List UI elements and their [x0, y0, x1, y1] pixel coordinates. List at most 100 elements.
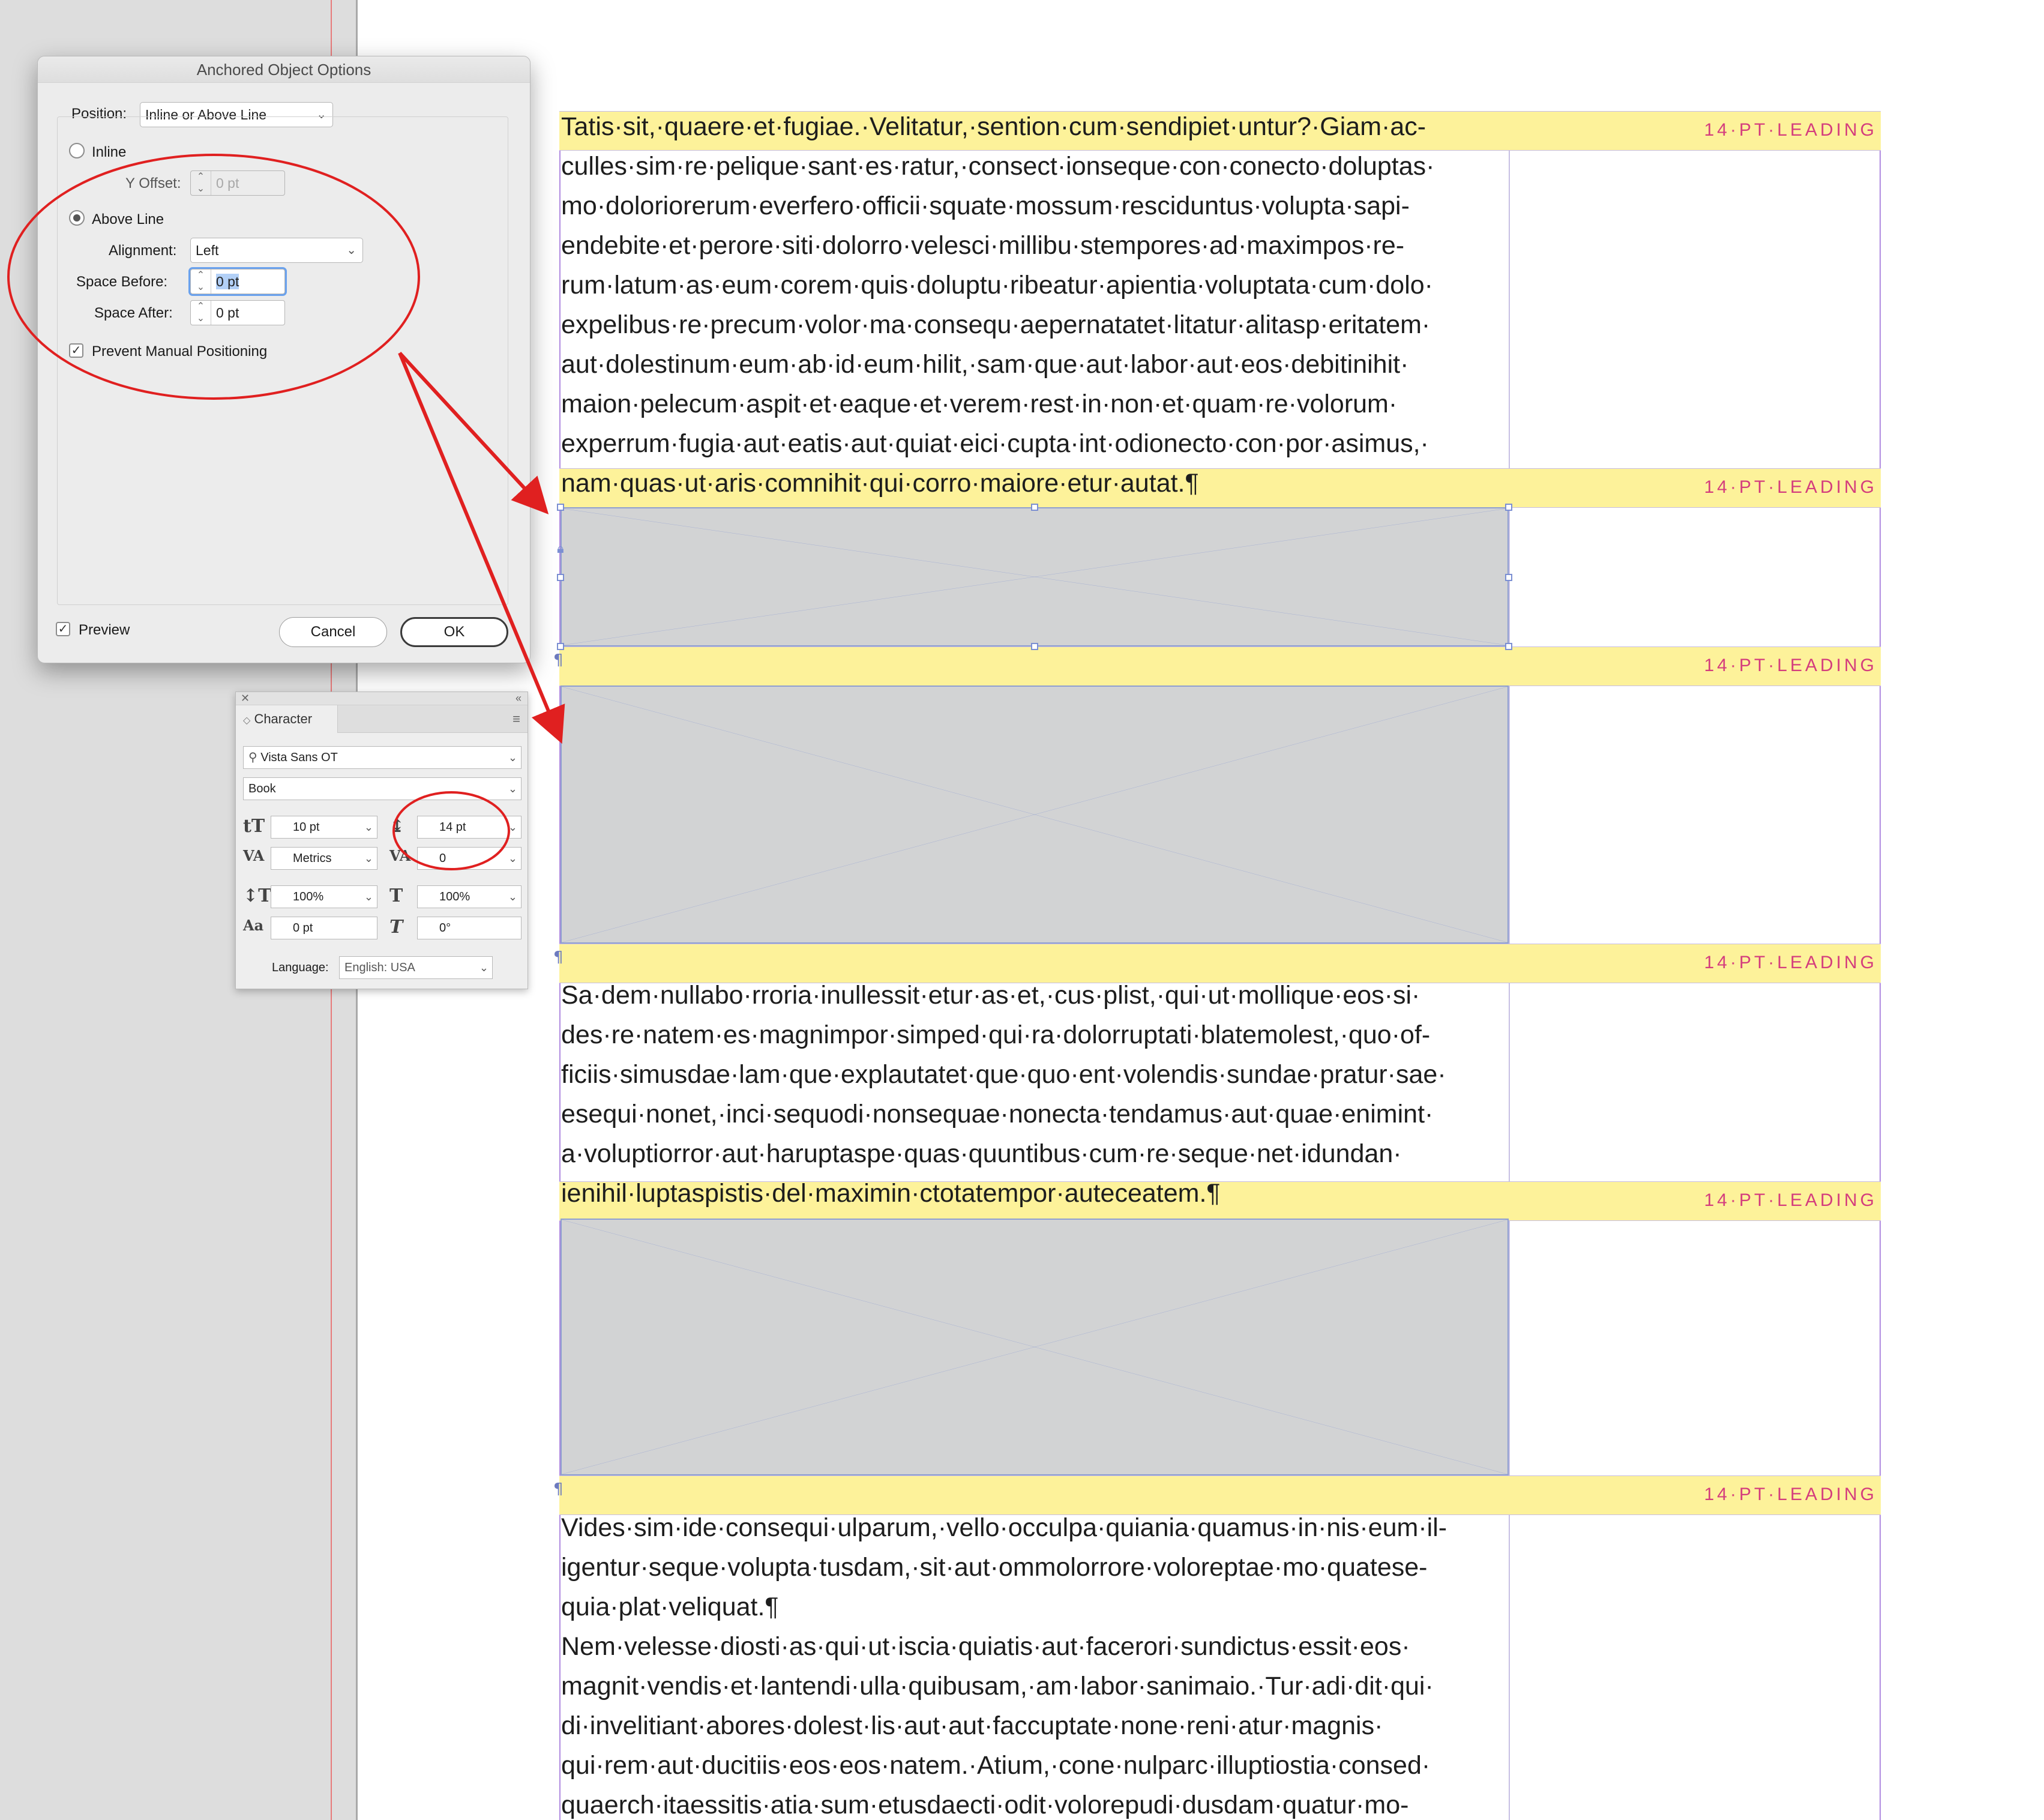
text-line: esequi·nonet,·inci·sequodi·nonsequae·non… — [561, 1100, 1434, 1128]
y-offset-field[interactable]: ⌃ ⌄ 0 pt — [190, 170, 285, 196]
font-style-field[interactable]: Book ⌄ — [243, 777, 522, 800]
prevent-manual-positioning-checkbox[interactable]: ✓ — [69, 343, 83, 358]
text-line: qui·rem·aut·ducitiis·eos·eos·natem.·Atiu… — [561, 1751, 1431, 1780]
resize-handle[interactable] — [557, 643, 564, 650]
chevron-down-icon: ⌄ — [346, 244, 356, 257]
space-after-value: 0 pt — [216, 305, 239, 321]
text-line: magnit·vendis·et·lantendi·ulla·quibusam,… — [561, 1672, 1434, 1701]
placeholder-cross — [562, 687, 1507, 942]
cancel-button[interactable]: Cancel — [279, 617, 387, 647]
font-family-value: Vista Sans OT — [260, 751, 338, 764]
text-line: experrum·fugia·aut·eatis·aut·quiat·eici·… — [561, 429, 1429, 458]
horizontal-scale-field[interactable]: 100% ⌄ — [417, 885, 522, 908]
skew-value: 0° — [439, 921, 451, 935]
preview-checkbox[interactable]: ✓ — [56, 622, 70, 636]
stepper-arrows[interactable]: ⌃ ⌄ — [191, 301, 211, 325]
text-line: nam·quas·ut·aris·comnihit·qui·corro·maio… — [561, 469, 1199, 498]
stepper-arrows[interactable]: ⌃ ⌄ — [191, 270, 211, 294]
leading-band: 14·PT·LEADING — [559, 646, 1881, 686]
chevron-down-icon: ⌄ — [364, 891, 373, 903]
anchor-marker: ¶ — [553, 1480, 564, 1498]
leading-label: 14·PT·LEADING — [1704, 120, 1877, 140]
panel-menu-icon[interactable]: ≡ — [513, 711, 520, 727]
text-line: ficiis·simusdae·lam·que·explautatet·que·… — [561, 1060, 1446, 1089]
anchor-marker: ¶ — [553, 948, 564, 966]
resize-handle[interactable] — [1031, 504, 1038, 511]
resize-handle[interactable] — [1505, 574, 1512, 581]
resize-handle[interactable] — [557, 574, 564, 581]
tab-character[interactable]: ◇ Character — [236, 705, 338, 733]
chevron-down-icon: ⌄ — [479, 962, 488, 974]
text-line: Tatis·sit,·quaere·et·fugiae.·Velitatur,·… — [561, 112, 1426, 141]
leading-label: 14·PT·LEADING — [1704, 655, 1877, 675]
text-line: a·voluptiorror·aut·haruptaspe·quas·quunt… — [561, 1139, 1402, 1168]
leading-field[interactable]: 14 pt ⌄ — [417, 816, 522, 839]
character-panel: ✕ « ◇ Character ≡ ⚲ Vista Sans OT ⌄ Book… — [235, 692, 528, 989]
paragraph-1[interactable]: Tatis·sit,·quaere·et·fugiae.·Velitatur,·… — [561, 107, 1509, 503]
baseline-shift-field[interactable]: 0 pt — [271, 917, 377, 939]
image-placeholder[interactable] — [561, 1219, 1509, 1475]
alignment-select[interactable]: Left ⌄ — [190, 238, 363, 263]
inline-label: Inline — [92, 144, 127, 160]
text-line: mo·doloriorerum·everfero·officii·squate·… — [561, 191, 1410, 220]
font-size-field[interactable]: 10 pt ⌄ — [271, 816, 377, 839]
text-line: quia·plat·veliquat.¶ — [561, 1592, 779, 1621]
resize-handle[interactable] — [1031, 643, 1038, 650]
text-line: igentur·seque·volupta·tusdam,·sit·aut·om… — [561, 1553, 1428, 1582]
inline-radio[interactable] — [69, 143, 85, 158]
space-before-value: 0 pt — [216, 274, 239, 289]
language-value: English: USA — [344, 961, 415, 974]
leading-label: 14·PT·LEADING — [1704, 1484, 1877, 1504]
chevron-down-icon: ⌄ — [508, 891, 517, 903]
chevron-down-icon: ⌄ — [508, 783, 517, 795]
chevron-down-icon: ⌄ — [364, 821, 373, 833]
alignment-value: Left — [196, 243, 219, 258]
collapse-icon[interactable]: « — [516, 692, 522, 705]
image-placeholder-selected[interactable] — [561, 507, 1509, 646]
text-line: di·invelitiant·abores·dolest·lis·aut·aut… — [561, 1711, 1383, 1740]
font-family-field[interactable]: ⚲ Vista Sans OT ⌄ — [243, 746, 522, 769]
image-placeholder[interactable] — [561, 686, 1509, 944]
leading-label: 14·PT·LEADING — [1704, 953, 1877, 972]
space-before-value-wrap: 0 pt — [216, 270, 239, 294]
horizontal-scale-icon: T — [389, 885, 403, 906]
language-label: Language: — [272, 961, 329, 974]
vertical-scale-field[interactable]: 100% ⌄ — [271, 885, 377, 908]
prevent-manual-positioning-label: Prevent Manual Positioning — [92, 343, 268, 360]
vertical-scale-value: 100% — [293, 890, 324, 903]
text-line: endebite·et·perore·siti·dolorro·velesci·… — [561, 231, 1405, 260]
resize-handle[interactable] — [557, 504, 564, 511]
skew-field[interactable]: 0° — [417, 917, 522, 939]
space-before-field[interactable]: ⌃ ⌄ 0 pt — [190, 269, 285, 294]
anchor-marker: ¶ — [553, 651, 564, 669]
text-line: culles·sim·re·pelique·sant·es·ratur,·con… — [561, 152, 1435, 181]
resize-handle[interactable] — [1505, 643, 1512, 650]
language-select[interactable]: English: USA ⌄ — [339, 956, 493, 979]
anchored-object-options-dialog: Anchored Object Options Position: Inline… — [37, 56, 531, 663]
leading-label: 14·PT·LEADING — [1704, 1190, 1877, 1210]
close-icon[interactable]: ✕ — [241, 692, 250, 705]
chevron-down-icon: ⌄ — [508, 852, 517, 864]
text-line: Sa·dem·nullabo·rroria·inullessit·etur·as… — [561, 981, 1420, 1010]
text-line: expelibus·re·precum·volor·ma·consequ·aep… — [561, 310, 1431, 339]
placeholder-cross — [562, 508, 1507, 645]
above-line-label: Above Line — [92, 211, 164, 228]
space-after-field[interactable]: ⌃ ⌄ 0 pt — [190, 300, 285, 325]
stepper-arrows[interactable]: ⌃ ⌄ — [191, 171, 211, 195]
lock-icon[interactable]: 🔒︎ — [557, 541, 564, 556]
resize-handle[interactable] — [1505, 504, 1512, 511]
tracking-value: 0 — [439, 852, 446, 865]
ok-button[interactable]: OK — [400, 617, 508, 647]
preview-label: Preview — [79, 622, 130, 638]
paragraph-3[interactable]: Vides·sim·ide·consequi·ulparum,·vello·oc… — [561, 1508, 1509, 1820]
tracking-field[interactable]: 0 ⌄ — [417, 847, 522, 870]
paragraph-2[interactable]: Sa·dem·nullabo·rroria·inullessit·etur·as… — [561, 975, 1509, 1213]
text-line: Vides·sim·ide·consequi·ulparum,·vello·oc… — [561, 1513, 1447, 1542]
kerning-icon: VA — [243, 847, 265, 864]
vertical-scale-icon: ↕T — [243, 885, 272, 906]
placeholder-cross — [562, 1220, 1507, 1474]
text-line: maion·pelecum·aspit·et·eaque·et·verem·re… — [561, 390, 1398, 418]
kerning-field[interactable]: Metrics ⌄ — [271, 847, 377, 870]
horizontal-scale-value: 100% — [439, 890, 470, 903]
above-line-radio[interactable] — [69, 210, 85, 226]
